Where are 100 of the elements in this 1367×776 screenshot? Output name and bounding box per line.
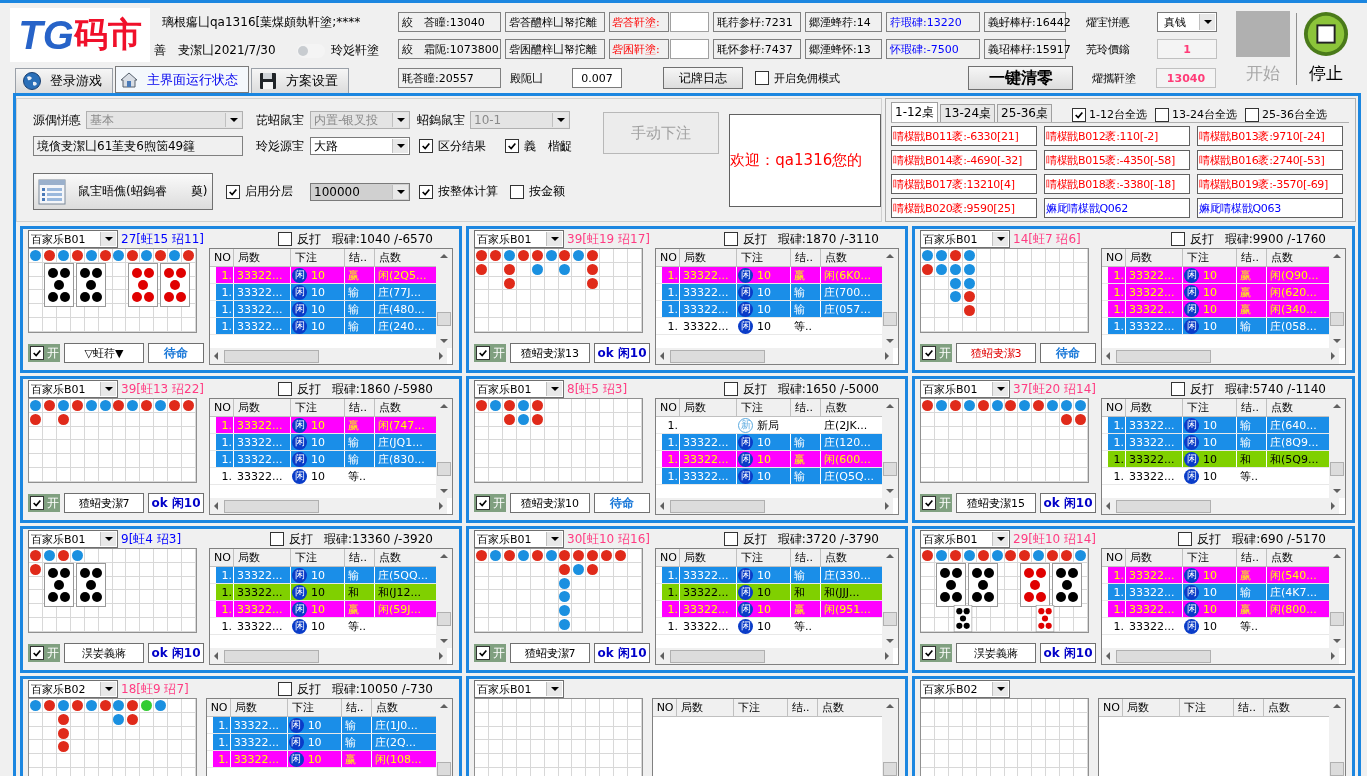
scrollbar-thumb[interactable]	[437, 461, 451, 476]
table-dropdown[interactable]: 百家乐B01	[28, 380, 118, 398]
toggle-switch[interactable]	[297, 43, 325, 58]
checkbox[interactable]	[922, 496, 936, 510]
column-header[interactable]: 下注	[291, 549, 345, 566]
column-header[interactable]: 下注	[287, 699, 342, 716]
checkbox[interactable]	[510, 184, 524, 199]
column-header[interactable]: 结..	[1234, 699, 1265, 716]
scrollbar-thumb[interactable]	[883, 761, 897, 776]
column-header[interactable]: NO	[1102, 549, 1126, 566]
vertical-scrollbar[interactable]	[436, 399, 452, 498]
checkbox[interactable]	[723, 382, 738, 396]
column-header[interactable]: NO	[210, 399, 234, 416]
table-result-cell[interactable]: 嫲厑啨楳戩Q062	[1044, 198, 1190, 218]
mode-button[interactable]: 猹蛁叏潔10	[510, 493, 590, 513]
scroll-right-icon[interactable]	[1331, 502, 1335, 510]
mode-button[interactable]: 猹蛁叏潔15	[956, 493, 1036, 513]
table-dropdown[interactable]: 百家乐B02	[28, 680, 118, 698]
column-header[interactable]: 下注	[1183, 399, 1237, 416]
status-button[interactable]: ok 闲10	[1040, 493, 1096, 513]
scroll-down-icon[interactable]	[440, 339, 448, 343]
tab[interactable]: 登录游戏	[15, 68, 113, 93]
column-header[interactable]: 结..	[345, 249, 375, 266]
scroll-up-icon[interactable]	[440, 404, 448, 408]
column-header[interactable]: NO	[656, 549, 680, 566]
column-header[interactable]: NO	[652, 699, 677, 716]
scroll-down-icon[interactable]	[1333, 339, 1341, 343]
column-header[interactable]: 下注	[291, 399, 345, 416]
scroll-down-icon[interactable]	[440, 489, 448, 493]
column-header[interactable]: 结..	[791, 399, 821, 416]
column-header[interactable]: 下注	[291, 249, 345, 266]
checkbox[interactable]	[1178, 532, 1193, 546]
scrollbar-thumb[interactable]	[1116, 349, 1211, 363]
checkbox[interactable]	[1154, 107, 1169, 122]
checkbox[interactable]	[476, 646, 490, 660]
tab[interactable]: 方案设置	[251, 68, 349, 93]
clear-button[interactable]: 一键清零	[968, 66, 1073, 90]
dropdown[interactable]: 100000	[310, 182, 410, 201]
scrollbar-thumb[interactable]	[1116, 649, 1211, 663]
horizontal-scrollbar[interactable]	[656, 498, 893, 514]
table-result-cell[interactable]: 啨楳戩B017袤:13210[4]	[891, 174, 1037, 194]
column-header[interactable]: 局数	[680, 399, 737, 416]
table-result-cell[interactable]: 啨楳戩B019袤:-3570[-69]	[1197, 174, 1343, 194]
table-result-cell[interactable]: 啨楳戩B013袤:9710[-24]	[1197, 126, 1343, 146]
horizontal-scrollbar[interactable]	[656, 648, 893, 664]
input-field[interactable]: 0.007	[572, 68, 622, 88]
horizontal-scrollbar[interactable]	[656, 348, 893, 364]
column-header[interactable]: 结..	[341, 699, 372, 716]
scroll-up-icon[interactable]	[886, 554, 894, 558]
horizontal-scrollbar[interactable]	[210, 348, 447, 364]
scrollbar-thumb[interactable]	[437, 761, 451, 776]
checkbox[interactable]	[277, 232, 292, 246]
table-result-cell[interactable]: 啨楳戩B015袤:-4350[-58]	[1044, 150, 1190, 170]
vertical-scrollbar[interactable]	[882, 249, 898, 348]
scrollbar-thumb[interactable]	[883, 611, 897, 626]
scrollbar-thumb[interactable]	[670, 349, 765, 363]
vertical-scrollbar[interactable]	[436, 249, 452, 348]
column-header[interactable]: 局数	[234, 249, 291, 266]
scrollbar-thumb[interactable]	[224, 499, 319, 513]
table-dropdown[interactable]: 百家乐B01	[474, 380, 564, 398]
column-header[interactable]: 局数	[1126, 249, 1183, 266]
scroll-down-icon[interactable]	[440, 639, 448, 643]
column-header[interactable]: 结..	[787, 699, 818, 716]
table-result-cell[interactable]: 啨楳戩B012袤:110[-2]	[1044, 126, 1190, 146]
checkbox[interactable]	[723, 532, 738, 546]
column-header[interactable]: 结..	[791, 549, 821, 566]
log-button[interactable]: 记牌日志	[663, 67, 743, 89]
column-header[interactable]: 下注	[1183, 249, 1237, 266]
tab[interactable]: 13-24桌	[940, 104, 996, 122]
table-dropdown[interactable]: 百家乐B01	[920, 530, 1010, 548]
scroll-left-icon[interactable]	[660, 652, 664, 660]
scroll-left-icon[interactable]	[214, 652, 218, 660]
horizontal-scrollbar[interactable]	[1102, 498, 1339, 514]
vertical-scrollbar[interactable]	[1329, 399, 1345, 498]
scroll-up-icon[interactable]	[440, 554, 448, 558]
checkbox[interactable]	[723, 232, 738, 246]
status-button[interactable]: ok 闲10	[1040, 643, 1096, 663]
column-header[interactable]: 下注	[1180, 699, 1235, 716]
vertical-scrollbar[interactable]	[436, 549, 452, 648]
mode-button[interactable]: 猹蛁叏潔7	[510, 643, 590, 663]
checkbox[interactable]	[922, 646, 936, 660]
scroll-right-icon[interactable]	[1331, 652, 1335, 660]
scroll-right-icon[interactable]	[885, 502, 889, 510]
scroll-right-icon[interactable]	[439, 652, 443, 660]
status-button[interactable]: ok 闲10	[148, 643, 204, 663]
scroll-left-icon[interactable]	[660, 352, 664, 360]
checkbox[interactable]	[277, 382, 292, 396]
table-dropdown[interactable]: 百家乐B01	[474, 230, 564, 248]
scrollbar-thumb[interactable]	[1330, 461, 1344, 476]
column-header[interactable]: 局数	[234, 549, 291, 566]
table-dropdown[interactable]: 百家乐B01	[28, 230, 118, 248]
status-button[interactable]: ok 闲10	[594, 343, 650, 363]
scroll-right-icon[interactable]	[1331, 352, 1335, 360]
scroll-left-icon[interactable]	[214, 352, 218, 360]
horizontal-scrollbar[interactable]	[210, 648, 447, 664]
checkbox[interactable]	[226, 184, 240, 199]
checkbox[interactable]	[30, 496, 44, 510]
scroll-left-icon[interactable]	[1106, 352, 1110, 360]
horizontal-scrollbar[interactable]	[1102, 348, 1339, 364]
horizontal-scrollbar[interactable]	[1102, 648, 1339, 664]
